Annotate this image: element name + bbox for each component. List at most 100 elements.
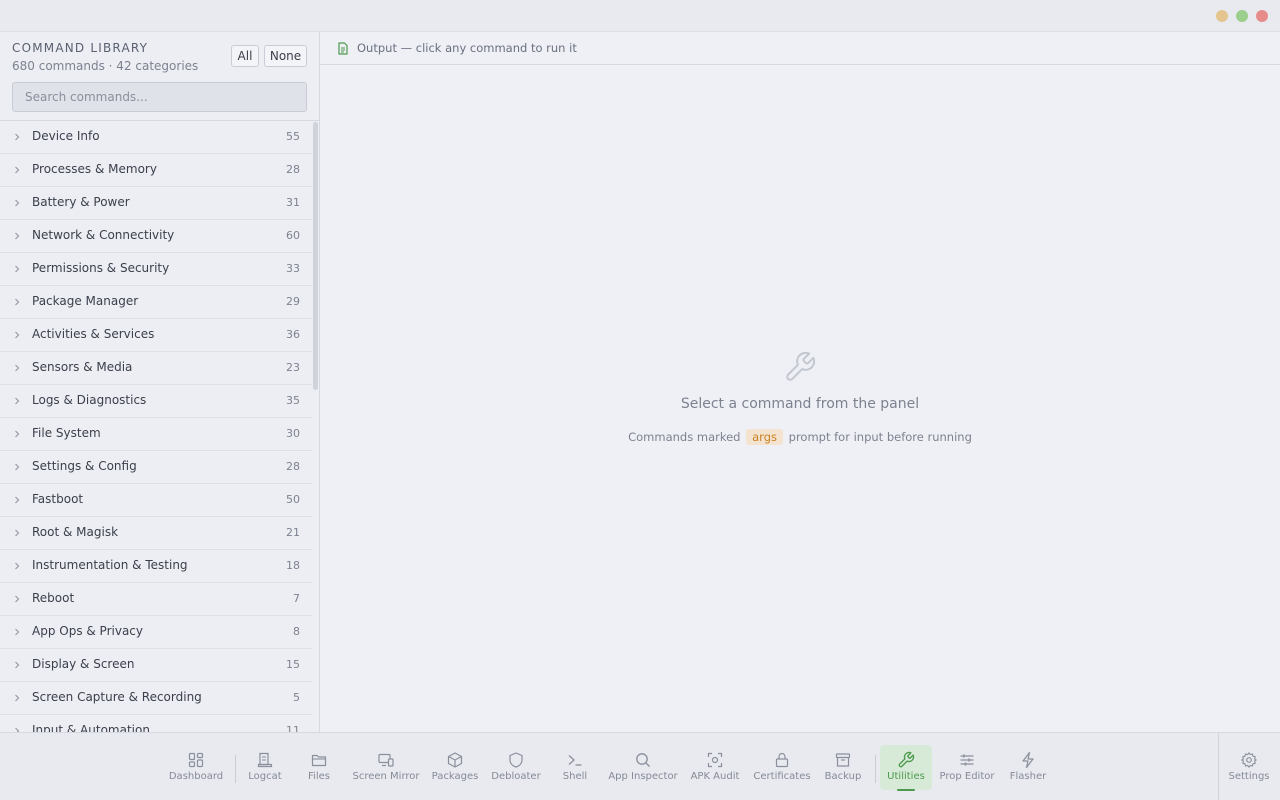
nav-flasher[interactable]: Flasher: [1010, 745, 1046, 790]
category-row[interactable]: Permissions & Security 33: [0, 253, 312, 286]
category-count: 31: [286, 196, 300, 209]
nav-label: Prop Editor: [939, 771, 995, 782]
category-name: App Ops & Privacy: [32, 624, 144, 638]
nav-screen-mirror[interactable]: Screen Mirror: [352, 745, 420, 790]
category-count: 15: [286, 658, 300, 671]
logcat-icon: [257, 752, 273, 768]
collapse-all-button[interactable]: None: [264, 45, 307, 67]
category-count: 60: [286, 229, 300, 242]
note-text-after: prompt for input before running: [788, 430, 972, 444]
category-count: 8: [293, 625, 300, 638]
terminal-icon: [568, 755, 582, 766]
folder-icon: [311, 754, 327, 767]
nav-backup[interactable]: Backup: [824, 745, 862, 790]
category-row[interactable]: Settings & Config 28: [0, 451, 312, 484]
command-library-header: COMMAND LIBRARY 680 commands · 42 catego…: [0, 32, 319, 121]
category-count: 23: [286, 361, 300, 374]
nav-shell[interactable]: Shell: [559, 745, 591, 790]
category-count: 28: [286, 163, 300, 176]
screen-mirror-icon: [378, 753, 394, 767]
category-row[interactable]: Package Manager 29: [0, 286, 312, 319]
nav-apk-audit[interactable]: APK Audit: [691, 745, 739, 790]
category-count: 18: [286, 559, 300, 572]
close-button[interactable]: [1256, 10, 1268, 22]
nav-certificates[interactable]: Certificates: [753, 745, 811, 790]
nav-prop-editor[interactable]: Prop Editor: [940, 745, 995, 790]
shield-icon: [509, 752, 523, 768]
minimize-button[interactable]: [1216, 10, 1228, 22]
category-name: Settings & Config: [32, 459, 137, 473]
nav-dashboard[interactable]: Dashboard: [169, 745, 223, 790]
output-header: Output — click any command to run it: [320, 32, 1280, 65]
category-row[interactable]: Battery & Power 31: [0, 187, 312, 220]
nav-debloater[interactable]: Debloater: [491, 745, 541, 790]
category-row[interactable]: App Ops & Privacy 8: [0, 616, 312, 649]
nav-utilities[interactable]: Utilities: [880, 745, 932, 791]
category-row[interactable]: Reboot 7: [0, 583, 312, 616]
category-count: 50: [286, 493, 300, 506]
category-row[interactable]: File System 30: [0, 418, 312, 451]
category-row[interactable]: Sensors & Media 23: [0, 352, 312, 385]
category-row[interactable]: Input & Automation 11: [0, 715, 312, 732]
category-count: 36: [286, 328, 300, 341]
chevron-right-icon: [15, 298, 20, 306]
nav-label: Logcat: [248, 771, 282, 782]
chevron-right-icon: [15, 364, 20, 372]
nav-label: Screen Mirror: [352, 771, 420, 782]
nav-app-inspector[interactable]: App Inspector: [608, 745, 678, 790]
category-count: 7: [293, 592, 300, 605]
chevron-right-icon: [15, 694, 20, 702]
category-count: 11: [286, 724, 300, 732]
category-row[interactable]: Device Info 55: [0, 121, 312, 154]
chevron-right-icon: [15, 232, 20, 240]
note-text-before: Commands marked: [628, 430, 741, 444]
nav-logcat[interactable]: Logcat: [245, 745, 285, 790]
category-row[interactable]: Activities & Services 36: [0, 319, 312, 352]
category-name: Network & Connectivity: [32, 228, 175, 242]
category-row[interactable]: Logs & Diagnostics 35: [0, 385, 312, 418]
nav-label: Certificates: [753, 771, 811, 782]
category-row[interactable]: Processes & Memory 28: [0, 154, 312, 187]
category-name: Activities & Services: [32, 327, 155, 341]
category-row[interactable]: Root & Magisk 21: [0, 517, 312, 550]
expand-all-button[interactable]: All: [231, 45, 259, 67]
category-row[interactable]: Screen Capture & Recording 5: [0, 682, 312, 715]
category-count: 28: [286, 460, 300, 473]
category-name: Sensors & Media: [32, 360, 133, 374]
gear-icon: [1241, 752, 1257, 768]
nav-label: Packages: [431, 771, 479, 782]
search-input[interactable]: [12, 82, 307, 112]
category-count: 55: [286, 130, 300, 143]
active-indicator: [897, 789, 915, 791]
chevron-right-icon: [15, 166, 20, 174]
category-name: Processes & Memory: [32, 162, 157, 176]
chevron-right-icon: [15, 496, 20, 504]
lock-icon: [775, 752, 789, 768]
category-count: 30: [286, 427, 300, 440]
category-name: Instrumentation & Testing: [32, 558, 188, 572]
category-count: 33: [286, 262, 300, 275]
nav-settings[interactable]: Settings: [1228, 745, 1270, 790]
category-count: 5: [293, 691, 300, 704]
category-row[interactable]: Instrumentation & Testing 18: [0, 550, 312, 583]
category-row[interactable]: Fastboot 50: [0, 484, 312, 517]
nav-files[interactable]: Files: [302, 745, 336, 790]
dashboard-icon: [188, 752, 204, 768]
category-name: Input & Automation: [32, 723, 150, 732]
category-scrollbar[interactable]: [312, 121, 319, 732]
category-name: File System: [32, 426, 101, 440]
category-row[interactable]: Display & Screen 15: [0, 649, 312, 682]
scrollbar-thumb[interactable]: [313, 122, 318, 390]
empty-state-note: Commands marked args prompt for input be…: [320, 429, 1280, 445]
category-count: 21: [286, 526, 300, 539]
nav-label: Files: [308, 771, 330, 782]
chevron-right-icon: [15, 628, 20, 636]
nav-label: Shell: [562, 771, 588, 782]
category-row[interactable]: Network & Connectivity 60: [0, 220, 312, 253]
lightning-icon: [1022, 751, 1034, 769]
category-name: Fastboot: [32, 492, 84, 506]
category-name: Device Info: [32, 129, 100, 143]
nav-packages[interactable]: Packages: [432, 745, 478, 790]
search-icon: [636, 753, 650, 767]
maximize-button[interactable]: [1236, 10, 1248, 22]
